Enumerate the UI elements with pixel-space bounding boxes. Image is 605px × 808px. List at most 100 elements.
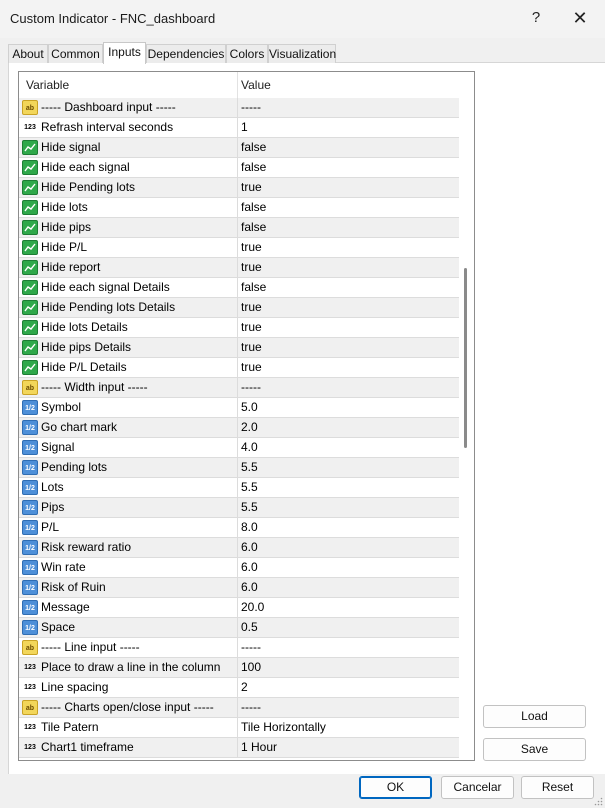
resize-grip-icon[interactable] bbox=[594, 797, 603, 806]
variable-cell[interactable]: ab ----- Width input ----- bbox=[19, 378, 238, 397]
value-cell[interactable]: true bbox=[241, 338, 262, 357]
table-row[interactable]: 123 Tile Patern Tile Horizontally bbox=[19, 718, 459, 738]
value-cell[interactable]: ----- bbox=[241, 698, 261, 717]
value-cell[interactable]: Tile Horizontally bbox=[241, 718, 326, 737]
table-row[interactable]: Hide lots false bbox=[19, 198, 459, 218]
variable-cell[interactable]: ab ----- Dashboard input ----- bbox=[19, 98, 238, 117]
variable-cell[interactable]: 1/2 Lots bbox=[19, 478, 238, 497]
table-row[interactable]: 1/2 Space 0.5 bbox=[19, 618, 459, 638]
load-button[interactable]: Load bbox=[483, 705, 586, 728]
value-cell[interactable]: 6.0 bbox=[241, 538, 258, 557]
header-value[interactable]: Value bbox=[238, 72, 459, 98]
table-row[interactable]: 123 Chart1 timeframe 1 Hour bbox=[19, 738, 459, 758]
variable-cell[interactable]: 1/2 Symbol bbox=[19, 398, 238, 417]
value-cell[interactable]: 2 bbox=[241, 678, 248, 697]
variable-cell[interactable]: Hide signal bbox=[19, 138, 238, 157]
variable-cell[interactable]: Hide each signal bbox=[19, 158, 238, 177]
variable-cell[interactable]: Hide Pending lots Details bbox=[19, 298, 238, 317]
reset-button[interactable]: Reset bbox=[521, 776, 594, 799]
table-row[interactable]: 1/2 Win rate 6.0 bbox=[19, 558, 459, 578]
value-cell[interactable]: true bbox=[241, 178, 262, 197]
variable-cell[interactable]: 123 Chart1 timeframe bbox=[19, 738, 238, 757]
table-row[interactable]: 1/2 P/L 8.0 bbox=[19, 518, 459, 538]
save-button[interactable]: Save bbox=[483, 738, 586, 761]
table-row[interactable]: Hide P/L Details true bbox=[19, 358, 459, 378]
value-cell[interactable]: 4.0 bbox=[241, 438, 258, 457]
tab-visualization[interactable]: Visualization bbox=[268, 44, 336, 63]
table-row[interactable]: Hide lots Details true bbox=[19, 318, 459, 338]
table-row[interactable]: 123 Refrash interval seconds 1 bbox=[19, 118, 459, 138]
table-row[interactable]: 1/2 Symbol 5.0 bbox=[19, 398, 459, 418]
variable-cell[interactable]: 1/2 Risk reward ratio bbox=[19, 538, 238, 557]
value-cell[interactable]: false bbox=[241, 138, 266, 157]
table-row[interactable]: 1/2 Message 20.0 bbox=[19, 598, 459, 618]
value-cell[interactable]: ----- bbox=[241, 378, 261, 397]
value-cell[interactable]: 5.5 bbox=[241, 478, 258, 497]
tab-about[interactable]: About bbox=[8, 44, 48, 63]
table-row[interactable]: Hide P/L true bbox=[19, 238, 459, 258]
table-row[interactable]: 1/2 Risk of Ruin 6.0 bbox=[19, 578, 459, 598]
variable-cell[interactable]: 1/2 Risk of Ruin bbox=[19, 578, 238, 597]
value-cell[interactable]: true bbox=[241, 358, 262, 377]
value-cell[interactable]: false bbox=[241, 278, 266, 297]
value-cell[interactable]: 2.0 bbox=[241, 418, 258, 437]
value-cell[interactable]: false bbox=[241, 158, 266, 177]
value-cell[interactable]: 20.0 bbox=[241, 598, 264, 617]
table-row[interactable]: ab ----- Width input ----- ----- bbox=[19, 378, 459, 398]
tab-inputs[interactable]: Inputs bbox=[103, 42, 146, 64]
value-cell[interactable]: 5.0 bbox=[241, 398, 258, 417]
variable-cell[interactable]: Hide Pending lots bbox=[19, 178, 238, 197]
value-cell[interactable]: true bbox=[241, 318, 262, 337]
vertical-scrollbar[interactable] bbox=[459, 72, 474, 760]
tab-common[interactable]: Common bbox=[48, 44, 103, 63]
value-cell[interactable]: 6.0 bbox=[241, 578, 258, 597]
table-row[interactable]: Hide pips Details true bbox=[19, 338, 459, 358]
value-cell[interactable]: false bbox=[241, 198, 266, 217]
close-button[interactable]: ✕ bbox=[560, 3, 600, 33]
value-cell[interactable]: ----- bbox=[241, 98, 261, 117]
tab-colors[interactable]: Colors bbox=[226, 44, 268, 63]
variable-cell[interactable]: 1/2 Signal bbox=[19, 438, 238, 457]
table-row[interactable]: Hide signal false bbox=[19, 138, 459, 158]
variable-cell[interactable]: Hide lots Details bbox=[19, 318, 238, 337]
variable-cell[interactable]: 1/2 P/L bbox=[19, 518, 238, 537]
variable-cell[interactable]: 123 Line spacing bbox=[19, 678, 238, 697]
value-cell[interactable]: 100 bbox=[241, 658, 261, 677]
table-row[interactable]: ab ----- Charts open/close input ----- ---… bbox=[19, 698, 459, 718]
table-row[interactable]: 123 Line spacing 2 bbox=[19, 678, 459, 698]
table-row[interactable]: 1/2 Go chart mark 2.0 bbox=[19, 418, 459, 438]
table-row[interactable]: Hide Pending lots Details true bbox=[19, 298, 459, 318]
table-row[interactable]: 1/2 Pips 5.5 bbox=[19, 498, 459, 518]
table-row[interactable]: 1/2 Risk reward ratio 6.0 bbox=[19, 538, 459, 558]
table-row[interactable]: Hide each signal Details false bbox=[19, 278, 459, 298]
table-row[interactable]: Hide report true bbox=[19, 258, 459, 278]
value-cell[interactable]: 0.5 bbox=[241, 618, 258, 637]
variable-cell[interactable]: Hide pips Details bbox=[19, 338, 238, 357]
value-cell[interactable]: true bbox=[241, 298, 262, 317]
value-cell[interactable]: ----- bbox=[241, 638, 261, 657]
variable-cell[interactable]: 123 Refrash interval seconds bbox=[19, 118, 238, 137]
variable-cell[interactable]: 123 Tile Patern bbox=[19, 718, 238, 737]
table-row[interactable]: 1/2 Pending lots 5.5 bbox=[19, 458, 459, 478]
variable-cell[interactable]: 1/2 Pending lots bbox=[19, 458, 238, 477]
variable-cell[interactable]: Hide pips bbox=[19, 218, 238, 237]
variable-cell[interactable]: ab ----- Line input ----- bbox=[19, 638, 238, 657]
table-row[interactable]: 1/2 Lots 5.5 bbox=[19, 478, 459, 498]
value-cell[interactable]: 5.5 bbox=[241, 498, 258, 517]
value-cell[interactable]: false bbox=[241, 218, 266, 237]
header-variable[interactable]: Variable bbox=[19, 72, 238, 98]
table-row[interactable]: 1/2 Signal 4.0 bbox=[19, 438, 459, 458]
variable-cell[interactable]: Hide P/L Details bbox=[19, 358, 238, 377]
variable-cell[interactable]: 1/2 Win rate bbox=[19, 558, 238, 577]
value-cell[interactable]: 5.5 bbox=[241, 458, 258, 477]
value-cell[interactable]: 8.0 bbox=[241, 518, 258, 537]
variable-cell[interactable]: Hide report bbox=[19, 258, 238, 277]
value-cell[interactable]: true bbox=[241, 258, 262, 277]
table-row[interactable]: Hide each signal false bbox=[19, 158, 459, 178]
inputs-grid[interactable]: Variable Value ab ----- Dashboard input -… bbox=[18, 71, 475, 761]
variable-cell[interactable]: 1/2 Space bbox=[19, 618, 238, 637]
value-cell[interactable]: 1 bbox=[241, 118, 248, 137]
variable-cell[interactable]: 123 Place to draw a line in the column bbox=[19, 658, 238, 677]
variable-cell[interactable]: Hide P/L bbox=[19, 238, 238, 257]
value-cell[interactable]: 6.0 bbox=[241, 558, 258, 577]
